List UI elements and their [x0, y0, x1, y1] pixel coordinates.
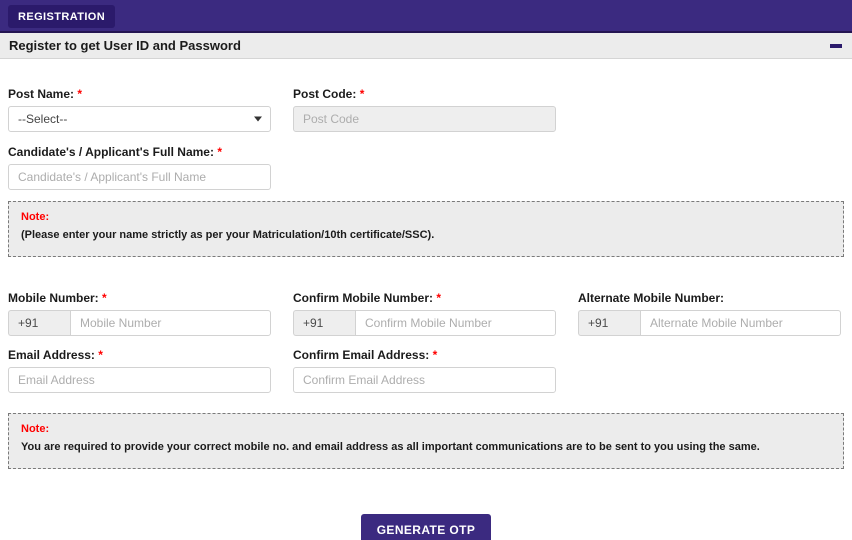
- top-bar: REGISTRATION: [0, 0, 852, 33]
- confirm-email-address-label: Confirm Email Address: *: [293, 348, 438, 362]
- confirm-email-address-input[interactable]: [293, 367, 556, 393]
- field-email-address: Email Address: *: [8, 348, 271, 393]
- minus-icon[interactable]: [829, 39, 843, 53]
- field-post-code: Post Code: *: [293, 87, 556, 132]
- tab-registration-label: REGISTRATION: [18, 10, 106, 23]
- name-note-text: (Please enter your name strictly as per …: [21, 229, 435, 241]
- alternate-mobile-number-group: +91: [578, 310, 841, 336]
- required-asterisk: *: [432, 348, 438, 362]
- field-confirm-email-address: Confirm Email Address: *: [293, 348, 556, 393]
- contact-note-box: Note: You are required to provide your c…: [8, 413, 844, 469]
- post-name-label: Post Name: *: [8, 87, 83, 101]
- page-title: Register to get User ID and Password: [9, 38, 241, 53]
- alternate-mobile-country-code: +91: [578, 310, 640, 336]
- form-actions: GENERATE OTP: [0, 514, 852, 540]
- confirm-mobile-number-label: Confirm Mobile Number: *: [293, 291, 442, 305]
- full-name-label: Candidate's / Applicant's Full Name: *: [8, 145, 222, 159]
- post-name-select[interactable]: --Select--: [8, 106, 271, 132]
- field-mobile-number: Mobile Number: * +91: [8, 291, 271, 336]
- mobile-number-input[interactable]: [70, 310, 271, 336]
- tab-registration[interactable]: REGISTRATION: [8, 5, 116, 28]
- contact-note-title: Note:: [21, 423, 50, 435]
- name-note-box: Note: (Please enter your name strictly a…: [8, 201, 844, 257]
- alternate-mobile-number-label: Alternate Mobile Number:: [578, 291, 725, 305]
- required-asterisk: *: [359, 87, 365, 101]
- required-asterisk: *: [102, 291, 107, 305]
- email-address-label: Email Address: *: [8, 348, 103, 362]
- alternate-mobile-number-input[interactable]: [640, 310, 841, 336]
- chevron-down-icon: [254, 116, 262, 122]
- generate-otp-button[interactable]: GENERATE OTP: [360, 514, 492, 540]
- post-name-selected-value: --Select--: [18, 112, 68, 126]
- minus-icon-bar: [830, 43, 842, 48]
- required-asterisk: *: [217, 145, 222, 159]
- field-post-name: Post Name: * --Select--: [8, 87, 271, 132]
- confirm-mobile-country-code: +91: [293, 310, 355, 336]
- mobile-number-label: Mobile Number: *: [8, 291, 107, 305]
- field-full-name: Candidate's / Applicant's Full Name: *: [8, 145, 271, 190]
- post-code-label: Post Code: *: [293, 87, 365, 101]
- registration-page: REGISTRATION Register to get User ID and…: [0, 0, 852, 540]
- required-asterisk: *: [77, 87, 83, 101]
- required-asterisk: *: [98, 348, 103, 362]
- field-alternate-mobile-number: Alternate Mobile Number: +91: [578, 291, 841, 336]
- confirm-mobile-number-group: +91: [293, 310, 556, 336]
- mobile-number-group: +91: [8, 310, 271, 336]
- contact-note-text: You are required to provide your correct…: [21, 441, 760, 453]
- post-code-input: [293, 106, 556, 132]
- full-name-input[interactable]: [8, 164, 271, 190]
- email-address-input[interactable]: [8, 367, 271, 393]
- field-confirm-mobile-number: Confirm Mobile Number: * +91: [293, 291, 556, 336]
- mobile-country-code: +91: [8, 310, 70, 336]
- required-asterisk: *: [436, 291, 442, 305]
- name-note-title: Note:: [21, 211, 50, 223]
- panel-header: Register to get User ID and Password: [0, 33, 852, 59]
- confirm-mobile-number-input[interactable]: [355, 310, 556, 336]
